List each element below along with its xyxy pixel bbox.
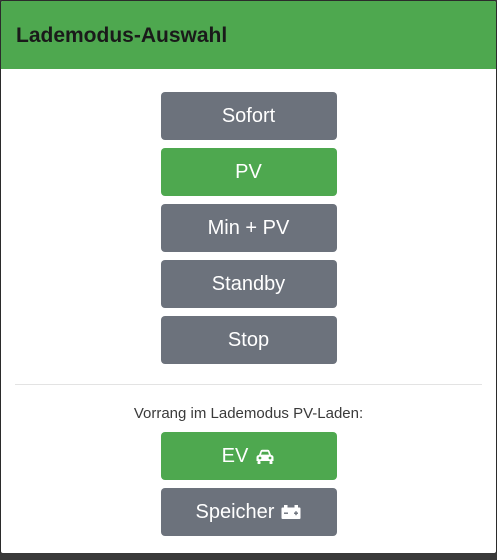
mode-sofort-button[interactable]: Sofort xyxy=(160,92,337,140)
dialog-title: Lademodus-Auswahl xyxy=(16,24,228,47)
page-background-strip xyxy=(0,553,497,560)
mode-min-pv-button[interactable]: Min + PV xyxy=(160,204,337,252)
priority-label: Vorrang im Lademodus PV-Laden: xyxy=(133,405,364,422)
section-divider xyxy=(15,384,482,385)
mode-pv-button[interactable]: PV xyxy=(160,148,337,196)
mode-stop-label: Stop xyxy=(227,328,270,351)
mode-standby-button[interactable]: Standby xyxy=(160,260,337,308)
mode-min-pv-label: Min + PV xyxy=(207,216,290,239)
car-icon xyxy=(255,448,275,465)
mode-standby-label: Standby xyxy=(211,272,286,295)
charge-mode-dialog: Lademodus-Auswahl Sofort PV Min + PV Sta… xyxy=(0,0,497,554)
mode-pv-label: PV xyxy=(235,160,262,183)
mode-sofort-label: Sofort xyxy=(221,104,276,127)
mode-stop-button[interactable]: Stop xyxy=(160,316,337,364)
priority-speicher-button[interactable]: Speicher xyxy=(160,488,337,536)
priority-ev-label: EV xyxy=(221,444,249,467)
priority-ev-button[interactable]: EV xyxy=(160,432,337,480)
battery-icon xyxy=(281,504,301,520)
dialog-body: Sofort PV Min + PV Standby Stop Vorrang … xyxy=(1,69,496,544)
dialog-header: Lademodus-Auswahl xyxy=(1,1,496,69)
priority-speicher-label: Speicher xyxy=(195,500,275,523)
